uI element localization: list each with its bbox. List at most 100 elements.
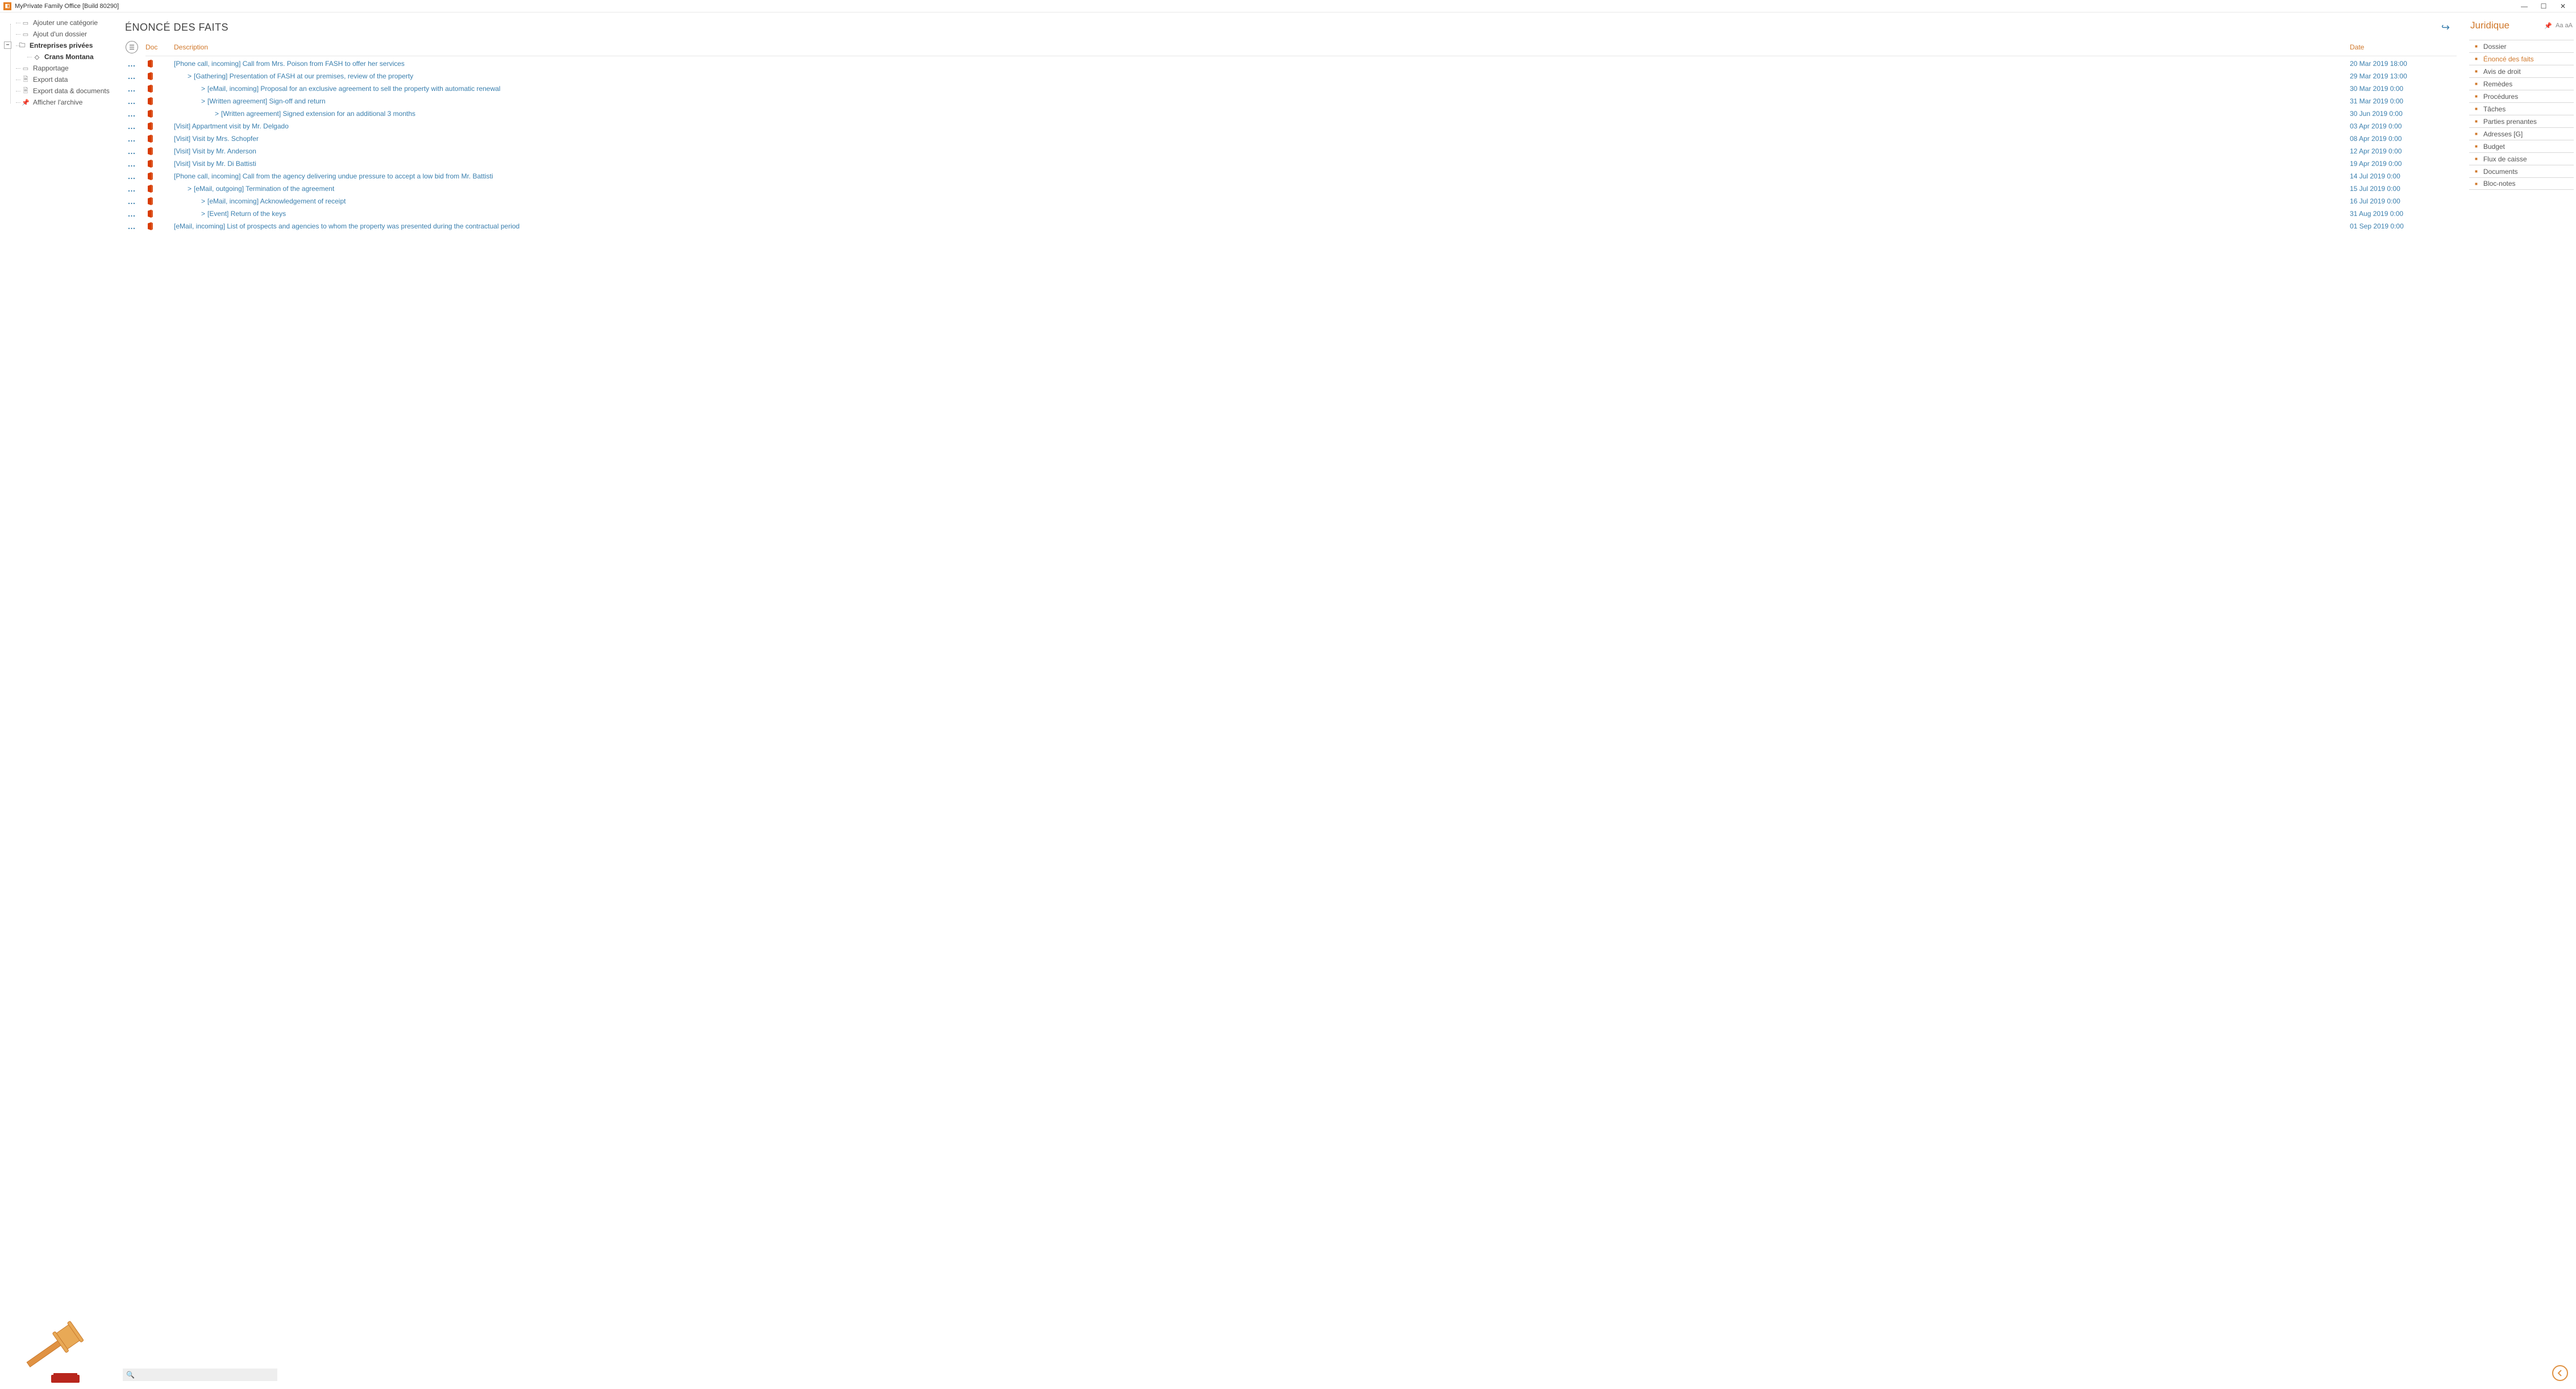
maximize-button[interactable]: ☐ — [2534, 0, 2553, 13]
row-actions-button[interactable]: … — [128, 172, 136, 181]
category-item[interactable]: ■Énoncé des faits — [2469, 52, 2574, 65]
category-item[interactable]: ■Adresses [G] — [2469, 127, 2574, 140]
row-date[interactable]: 15 Jul 2019 0:00 — [2350, 185, 2400, 193]
menu-circle-button[interactable]: ☰ — [126, 41, 138, 53]
sidebar-item-rapportage[interactable]: ▭ Rapportage — [6, 63, 118, 74]
sidebar-item-add-dossier[interactable]: ▭ Ajout d'un dossier — [6, 28, 118, 40]
row-date[interactable]: 30 Mar 2019 0:00 — [2350, 85, 2403, 93]
category-item[interactable]: ■Documents — [2469, 165, 2574, 177]
minimize-button[interactable]: — — [2515, 0, 2534, 13]
close-button[interactable]: ✕ — [2553, 0, 2573, 13]
search-icon: 🔍 — [126, 1371, 135, 1379]
office-icon[interactable] — [145, 209, 155, 218]
office-icon[interactable] — [145, 122, 155, 131]
category-label: Parties prenantes — [2483, 118, 2537, 126]
category-item[interactable]: ■Parties prenantes — [2469, 115, 2574, 127]
row-description[interactable]: [Written agreement] Signed extension for… — [221, 110, 415, 118]
office-icon[interactable] — [145, 159, 155, 168]
row-actions-button[interactable]: … — [128, 84, 136, 93]
row-description[interactable]: [Phone call, incoming] Call from the age… — [174, 172, 493, 180]
row-actions-button[interactable]: … — [128, 72, 136, 81]
list-row: … >[eMail, incoming] Acknowledgement of r… — [118, 195, 2457, 207]
row-description[interactable]: [eMail, incoming] List of prospects and … — [174, 222, 519, 230]
sidebar-item-export-data-docs[interactable]: 🗎 Export data & documents — [6, 85, 118, 97]
list-row: …>[eMail, incoming] Proposal for an excl… — [118, 82, 2457, 95]
relay-arrow-icon[interactable]: ↪ — [2441, 22, 2450, 34]
row-actions-button[interactable]: … — [128, 197, 136, 206]
row-actions-button[interactable]: … — [128, 222, 136, 231]
office-icon[interactable] — [145, 72, 155, 81]
bullet-icon: ■ — [2475, 81, 2478, 86]
category-item[interactable]: ■Budget — [2469, 140, 2574, 152]
row-actions-button[interactable]: … — [128, 97, 136, 106]
office-icon[interactable] — [145, 134, 155, 143]
category-item[interactable]: ■Bloc-notes — [2469, 177, 2574, 190]
row-description[interactable]: [eMail, incoming] Proposal for an exclus… — [207, 85, 501, 93]
category-item[interactable]: ■Avis de droit — [2469, 65, 2574, 77]
office-icon[interactable] — [145, 184, 155, 193]
row-description[interactable]: [Phone call, incoming] Call from Mrs. Po… — [174, 60, 405, 68]
row-date[interactable]: 08 Apr 2019 0:00 — [2350, 135, 2402, 143]
row-date[interactable]: 31 Mar 2019 0:00 — [2350, 97, 2403, 105]
category-label: Procédures — [2483, 93, 2518, 101]
category-item[interactable]: ■Flux de caisse — [2469, 152, 2574, 165]
row-date[interactable]: 19 Apr 2019 0:00 — [2350, 160, 2402, 168]
office-icon[interactable] — [145, 222, 155, 231]
office-icon[interactable] — [145, 109, 155, 118]
row-actions-button[interactable]: … — [128, 59, 136, 68]
row-description[interactable]: [eMail, outgoing] Termination of the agr… — [194, 185, 334, 193]
list-row: … [Phone call, incoming] Call from Mrs. P… — [118, 57, 2457, 70]
category-label: Bloc-notes — [2483, 180, 2516, 188]
row-description[interactable]: [Visit] Visit by Mrs. Schopfer — [174, 135, 259, 143]
row-actions-button[interactable]: … — [128, 184, 136, 193]
row-date[interactable]: 12 Apr 2019 0:00 — [2350, 147, 2402, 155]
row-description[interactable]: [Visit] Visit by Mr. Anderson — [174, 147, 256, 155]
sidebar-item-entreprises[interactable]: − 🗀 Entreprises privées — [6, 40, 118, 51]
row-date[interactable]: 14 Jul 2019 0:00 — [2350, 172, 2400, 180]
row-actions-button[interactable]: … — [128, 209, 136, 218]
row-actions-button[interactable]: … — [128, 134, 136, 143]
sidebar-item-crans-montana[interactable]: ◇ Crans Montana — [6, 51, 118, 63]
office-icon[interactable] — [145, 59, 155, 68]
pin-icon[interactable]: 📌 — [2544, 22, 2552, 30]
office-icon[interactable] — [145, 97, 155, 106]
font-size-toggle[interactable]: Aa aA — [2556, 22, 2573, 29]
category-item[interactable]: ■Tâches — [2469, 102, 2574, 115]
row-description[interactable]: [Gathering] Presentation of FASH at our … — [194, 72, 413, 80]
row-date[interactable]: 30 Jun 2019 0:00 — [2350, 110, 2403, 118]
arrow-left-icon — [2556, 1369, 2565, 1378]
sidebar-item-archive[interactable]: 📌 Afficher l'archive — [6, 97, 118, 108]
row-date[interactable]: 16 Jul 2019 0:00 — [2350, 197, 2400, 205]
row-description[interactable]: [Visit] Appartment visit by Mr. Delgado — [174, 122, 289, 130]
row-description[interactable]: [Visit] Visit by Mr. Di Battisti — [174, 160, 256, 168]
search-input[interactable]: 🔍 — [123, 1369, 277, 1381]
sidebar-item-label: Afficher l'archive — [33, 98, 82, 106]
row-actions-button[interactable]: … — [128, 122, 136, 131]
row-actions-button[interactable]: … — [128, 109, 136, 118]
row-description[interactable]: [Written agreement] Sign-off and return — [207, 97, 326, 105]
bullet-icon: ■ — [2475, 44, 2478, 49]
row-date[interactable]: 01 Sep 2019 0:00 — [2350, 222, 2404, 230]
category-item[interactable]: ■Dossier — [2469, 40, 2574, 52]
row-description[interactable]: [Event] Return of the keys — [207, 210, 286, 218]
category-item[interactable]: ■Remèdes — [2469, 77, 2574, 90]
collapse-toggle-icon[interactable]: − — [4, 41, 11, 49]
office-icon[interactable] — [145, 172, 155, 181]
row-date[interactable]: 31 Aug 2019 0:00 — [2350, 210, 2403, 218]
indent-marker: > — [201, 197, 205, 205]
row-date[interactable]: 20 Mar 2019 18:00 — [2350, 60, 2407, 68]
row-description[interactable]: [eMail, incoming] Acknowledgement of rec… — [207, 197, 346, 205]
category-item[interactable]: ■Procédures — [2469, 90, 2574, 102]
sidebar-item-export-data[interactable]: 🗎 Export data — [6, 74, 118, 85]
row-actions-button[interactable]: … — [128, 159, 136, 168]
back-button[interactable] — [2552, 1365, 2568, 1381]
row-date[interactable]: 29 Mar 2019 13:00 — [2350, 72, 2407, 80]
list-row: …>[eMail, outgoing] Termination of the a… — [118, 182, 2457, 195]
office-icon[interactable] — [145, 84, 155, 93]
sidebar-item-add-category[interactable]: ▭ Ajouter une catégorie — [6, 17, 118, 28]
office-icon[interactable] — [145, 147, 155, 156]
list-row: … [eMail, incoming] List of prospects and… — [118, 220, 2457, 232]
row-actions-button[interactable]: … — [128, 147, 136, 156]
row-date[interactable]: 03 Apr 2019 0:00 — [2350, 122, 2402, 130]
office-icon[interactable] — [145, 197, 155, 206]
